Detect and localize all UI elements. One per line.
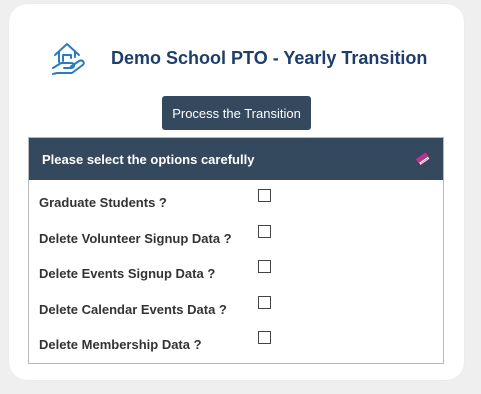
option-row-delete-volunteer-signup: Delete Volunteer Signup Data ? [29, 225, 443, 249]
option-label: Delete Events Signup Data ? [39, 266, 216, 281]
option-row-delete-calendar-events: Delete Calendar Events Data ? [29, 296, 443, 320]
book-icon [414, 150, 432, 168]
option-label: Delete Calendar Events Data ? [39, 302, 227, 317]
option-label: Delete Membership Data ? [39, 337, 202, 352]
option-label: Delete Volunteer Signup Data ? [39, 231, 232, 246]
card-header: Demo School PTO - Yearly Transition [9, 4, 464, 94]
delete-membership-checkbox[interactable] [258, 331, 271, 344]
delete-events-signup-checkbox[interactable] [258, 260, 271, 273]
transition-card: Demo School PTO - Yearly Transition Proc… [9, 4, 464, 380]
house-hand-icon [49, 38, 89, 78]
delete-volunteer-signup-checkbox[interactable] [258, 225, 271, 238]
option-row-delete-membership: Delete Membership Data ? [29, 331, 443, 355]
options-panel-header: Please select the options carefully [29, 138, 443, 180]
delete-calendar-events-checkbox[interactable] [258, 296, 271, 309]
graduate-students-checkbox[interactable] [258, 189, 271, 202]
option-row-graduate-students: Graduate Students ? [29, 189, 443, 213]
process-transition-button[interactable]: Process the Transition [162, 96, 311, 130]
option-row-delete-events-signup: Delete Events Signup Data ? [29, 260, 443, 284]
panel-header-title: Please select the options carefully [42, 151, 255, 167]
option-label: Graduate Students ? [39, 195, 167, 210]
options-panel: Please select the options carefully Grad… [28, 137, 444, 364]
page-title: Demo School PTO - Yearly Transition [111, 48, 428, 68]
